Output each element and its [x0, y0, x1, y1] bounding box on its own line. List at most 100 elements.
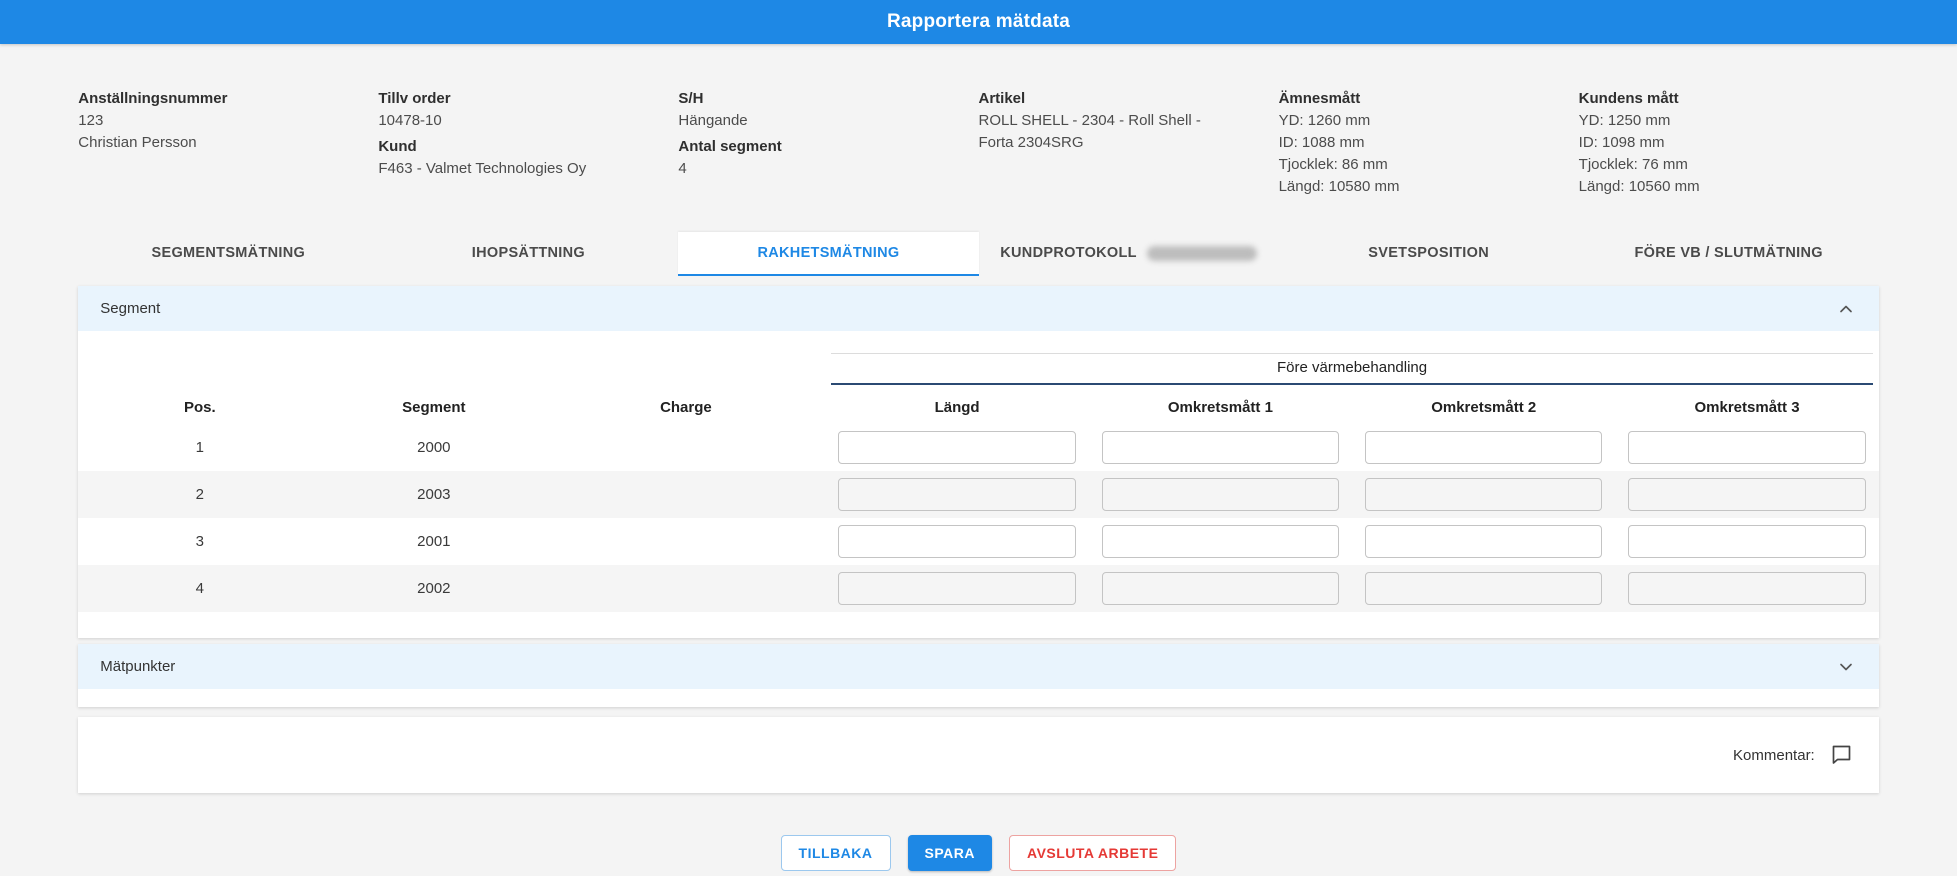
- finish-work-button[interactable]: AVSLUTA ARBETE: [1009, 835, 1176, 871]
- tab-svetsposition[interactable]: SVETSPOSITION: [1279, 232, 1579, 276]
- info-value: Tjocklek: 86 mm: [1279, 154, 1531, 176]
- col-header-pos: Pos.: [78, 391, 321, 424]
- segment-value: 2003: [321, 486, 546, 503]
- omkretsmatt-2-input[interactable]: [1365, 525, 1602, 558]
- redacted-text: [1147, 246, 1257, 261]
- info-label: Kund: [378, 136, 630, 158]
- info-label: S/H: [678, 88, 930, 110]
- comment-label: Kommentar:: [1733, 747, 1815, 764]
- col-header-omkretsmatt-2: Omkretsmått 2: [1352, 391, 1615, 424]
- info-header: Anställningsnummer 123 Christian Persson…: [78, 88, 1878, 202]
- info-label: Artikel: [979, 88, 1231, 110]
- matpunkter-accordion-title: Mätpunkter: [100, 658, 175, 675]
- info-col-sh: S/H Hängande Antal segment 4: [678, 88, 978, 202]
- segment-value: 2001: [321, 533, 546, 550]
- info-label: Anställningsnummer: [78, 88, 330, 110]
- langd-input[interactable]: [838, 478, 1075, 511]
- chevron-up-icon[interactable]: [1835, 298, 1857, 320]
- table-row: 2 2003: [78, 471, 1878, 518]
- comment-bubble-icon[interactable]: [1829, 743, 1853, 767]
- col-header-omkretsmatt-3: Omkretsmått 3: [1615, 391, 1878, 424]
- col-header-langd: Längd: [825, 391, 1088, 424]
- omkretsmatt-2-input[interactable]: [1365, 431, 1602, 464]
- group-header-row: Före värmebehandling: [78, 353, 1878, 385]
- pos-value: 4: [78, 580, 321, 597]
- info-value: F463 - Valmet Technologies Oy: [378, 158, 630, 180]
- info-label: Tillv order: [378, 88, 630, 110]
- tab-rakhetsmatning[interactable]: RAKHETSMÄTNING: [678, 232, 978, 276]
- langd-input[interactable]: [838, 431, 1075, 464]
- omkretsmatt-3-input[interactable]: [1628, 572, 1865, 605]
- segment-table: Före värmebehandling Pos. Segment Charge…: [78, 331, 1878, 638]
- page-title: Rapportera mätdata: [887, 11, 1070, 33]
- col-header-omkretsmatt-1: Omkretsmått 1: [1089, 391, 1352, 424]
- tab-label: FÖRE VB / SLUTMÄTNING: [1635, 245, 1823, 261]
- info-col-amnesmatt: Ämnesmått YD: 1260 mm ID: 1088 mm Tjockl…: [1279, 88, 1579, 202]
- omkretsmatt-1-input[interactable]: [1102, 431, 1339, 464]
- info-value: ID: 1088 mm: [1279, 132, 1531, 154]
- info-value: Längd: 10560 mm: [1579, 176, 1831, 198]
- back-button[interactable]: TILLBAKA: [781, 835, 891, 871]
- langd-input[interactable]: [838, 525, 1075, 558]
- pos-value: 1: [78, 439, 321, 456]
- tab-bar: SEGMENTSMÄTNING IHOPSÄTTNING RAKHETSMÄTN…: [78, 232, 1878, 276]
- segment-value: 2002: [321, 580, 546, 597]
- table-row: 3 2001: [78, 518, 1878, 565]
- info-value: ID: 1098 mm: [1579, 132, 1831, 154]
- omkretsmatt-3-input[interactable]: [1628, 478, 1865, 511]
- matpunkter-panel-body: [78, 689, 1878, 707]
- info-value: Tjocklek: 76 mm: [1579, 154, 1831, 176]
- tab-ihopsattning[interactable]: IHOPSÄTTNING: [378, 232, 678, 276]
- info-col-kundens-matt: Kundens mått YD: 1250 mm ID: 1098 mm Tjo…: [1579, 88, 1879, 202]
- save-button[interactable]: SPARA: [908, 835, 992, 871]
- omkretsmatt-1-input[interactable]: [1102, 572, 1339, 605]
- omkretsmatt-1-input[interactable]: [1102, 525, 1339, 558]
- omkretsmatt-1-input[interactable]: [1102, 478, 1339, 511]
- info-value: 10478-10: [378, 110, 630, 132]
- info-value: 123: [78, 110, 330, 132]
- info-label: Kundens mått: [1579, 88, 1831, 110]
- col-header-segment: Segment: [321, 391, 546, 424]
- tab-kundprotokoll[interactable]: KUNDPROTOKOLL: [979, 232, 1279, 276]
- omkretsmatt-2-input[interactable]: [1365, 572, 1602, 605]
- info-label: Ämnesmått: [1279, 88, 1531, 110]
- info-value: YD: 1260 mm: [1279, 110, 1531, 132]
- tab-fore-vb-slutmatning[interactable]: FÖRE VB / SLUTMÄTNING: [1579, 232, 1879, 276]
- omkretsmatt-3-input[interactable]: [1628, 431, 1865, 464]
- pos-value: 3: [78, 533, 321, 550]
- tab-segmentsmatning[interactable]: SEGMENTSMÄTNING: [78, 232, 378, 276]
- matpunkter-panel: Mätpunkter: [78, 644, 1878, 707]
- langd-input[interactable]: [838, 572, 1075, 605]
- info-value: YD: 1250 mm: [1579, 110, 1831, 132]
- info-col-tillv-order: Tillv order 10478-10 Kund F463 - Valmet …: [378, 88, 678, 202]
- comment-section: Kommentar:: [78, 717, 1878, 793]
- segment-accordion-header[interactable]: Segment: [78, 286, 1878, 331]
- info-col-anstallningsnummer: Anställningsnummer 123 Christian Persson: [78, 88, 378, 202]
- table-header-row: Pos. Segment Charge Längd Omkretsmått 1 …: [78, 391, 1878, 424]
- action-bar: TILLBAKA SPARA AVSLUTA ARBETE: [0, 835, 1957, 871]
- group-header-fore-varmebehandling: Före värmebehandling: [831, 353, 1872, 385]
- info-value: Christian Persson: [78, 132, 330, 154]
- tab-label: IHOPSÄTTNING: [472, 245, 585, 261]
- tab-label: SEGMENTSMÄTNING: [152, 245, 306, 261]
- matpunkter-accordion-header[interactable]: Mätpunkter: [78, 644, 1878, 689]
- col-header-charge: Charge: [546, 391, 825, 424]
- omkretsmatt-3-input[interactable]: [1628, 525, 1865, 558]
- pos-value: 2: [78, 486, 321, 503]
- info-col-artikel: Artikel ROLL SHELL - 2304 - Roll Shell -…: [979, 88, 1279, 202]
- omkretsmatt-2-input[interactable]: [1365, 478, 1602, 511]
- segment-value: 2000: [321, 439, 546, 456]
- tab-label: KUNDPROTOKOLL: [1000, 245, 1137, 261]
- segment-accordion-title: Segment: [100, 300, 160, 317]
- tab-label: SVETSPOSITION: [1368, 245, 1489, 261]
- info-label: Antal segment: [678, 136, 930, 158]
- app-header: Rapportera mätdata: [0, 0, 1957, 44]
- info-value: 4: [678, 158, 930, 180]
- info-value: ROLL SHELL - 2304 - Roll Shell - Forta 2…: [979, 110, 1231, 154]
- table-row: 1 2000: [78, 424, 1878, 471]
- chevron-down-icon[interactable]: [1835, 656, 1857, 678]
- table-row: 4 2002: [78, 565, 1878, 612]
- info-value: Längd: 10580 mm: [1279, 176, 1531, 198]
- info-value: Hängande: [678, 110, 930, 132]
- tab-label: RAKHETSMÄTNING: [757, 245, 899, 261]
